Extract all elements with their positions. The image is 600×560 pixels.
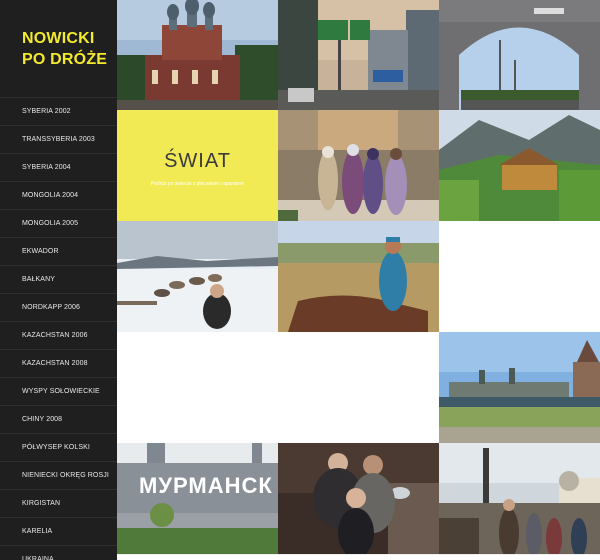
sidebar: NOWICKI PO DRÓŻE SYBERIA 2002 TRANSSYBER… (0, 0, 117, 560)
featured-world-tile[interactable]: ŚWIAT Podróż po świecie z plecakiem i ap… (117, 110, 278, 221)
nav-item-syberia-2002[interactable]: SYBERIA 2002 (0, 97, 117, 125)
nav-item-balkany[interactable]: BAŁKANY (0, 265, 117, 293)
murmansk-sign: МУРМАНСК (139, 473, 273, 498)
nav-item-syberia-2004[interactable]: SYBERIA 2004 (0, 153, 117, 181)
blank-tile-3 (278, 332, 439, 443)
photo-tile-street[interactable] (439, 443, 600, 554)
photo-tile-monastery[interactable] (439, 332, 600, 443)
monastery-photo (439, 332, 600, 443)
photo-tile-rider[interactable] (278, 221, 439, 332)
rider-photo (278, 221, 439, 332)
photo-tile-valley[interactable] (439, 110, 600, 221)
photo-tile-road[interactable] (278, 0, 439, 110)
photo-tile-sled[interactable] (117, 221, 278, 332)
nav-item-polwysep-kolski[interactable]: PÓŁWYSEP KOLSKI (0, 433, 117, 461)
nav-item-wyspy-solowieckie[interactable]: WYSPY SOŁOWIECKIE (0, 377, 117, 405)
blank-tile-2 (117, 332, 278, 443)
nav-item-nordkapp-2006[interactable]: NORDKAPP 2006 (0, 293, 117, 321)
nav-item-mongolia-2005[interactable]: MONGOLIA 2005 (0, 209, 117, 237)
church-photo (117, 0, 278, 110)
street-photo (439, 443, 600, 554)
blank-tile-6 (439, 554, 600, 560)
gate-photo (439, 0, 600, 110)
photo-tile-gate[interactable] (439, 0, 600, 110)
blank-tile-5 (278, 554, 439, 560)
nav-item-chiny-2008[interactable]: CHINY 2008 (0, 405, 117, 433)
road-photo (278, 0, 439, 110)
nav-item-ekwador[interactable]: EKWADOR (0, 237, 117, 265)
site-title[interactable]: NOWICKI PO DRÓŻE (22, 28, 114, 70)
photo-tile-murmansk[interactable]: МУРМАНСК (117, 443, 278, 554)
nav-item-kirgistan[interactable]: KIRGISTAN (0, 489, 117, 517)
valley-photo (439, 110, 600, 221)
featured-subtitle: Podróż po świecie z plecakiem i aparatem (150, 181, 245, 187)
people-photo (278, 443, 439, 554)
market-photo (278, 110, 439, 221)
nav-item-nieniecki-okreg[interactable]: NIENIECKI OKRĘG ROSJI (0, 461, 117, 489)
nav-item-ukraina[interactable]: UKRAINA (0, 545, 117, 560)
blank-tile-4 (117, 554, 278, 560)
nav-item-transsyberia-2003[interactable]: TRANSSYBERIA 2003 (0, 125, 117, 153)
photo-tile-church[interactable] (117, 0, 278, 110)
nav-item-karelia[interactable]: KARELIA (0, 517, 117, 545)
nav-item-kazachstan-2008[interactable]: KAZACHSTAN 2008 (0, 349, 117, 377)
nav-item-kazachstan-2006[interactable]: KAZACHSTAN 2006 (0, 321, 117, 349)
featured-title: ŚWIAT (164, 150, 231, 172)
photo-tile-people[interactable] (278, 443, 439, 554)
blank-tile-1 (439, 221, 600, 332)
nav-item-mongolia-2004[interactable]: MONGOLIA 2004 (0, 181, 117, 209)
photo-tile-market[interactable] (278, 110, 439, 221)
sled-photo (117, 221, 278, 332)
sidebar-nav: SYBERIA 2002 TRANSSYBERIA 2003 SYBERIA 2… (0, 97, 117, 560)
